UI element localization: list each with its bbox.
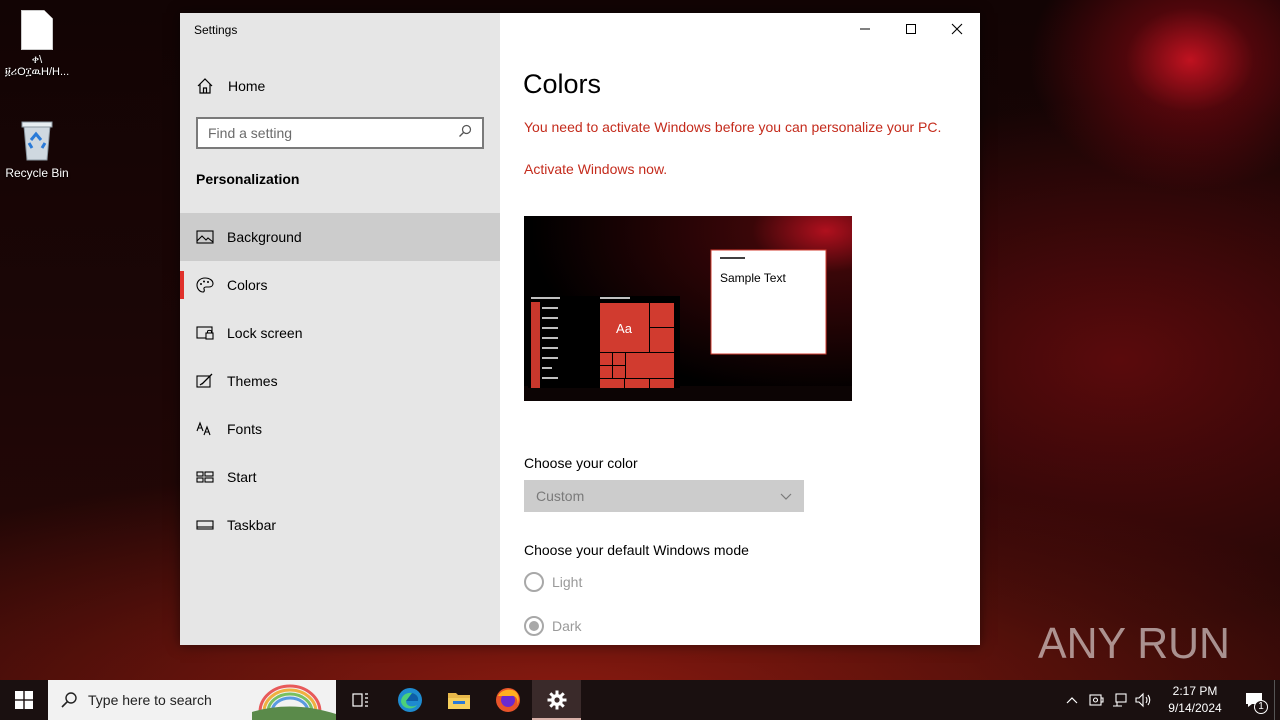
close-icon (951, 23, 963, 35)
task-view-button[interactable] (336, 680, 385, 720)
file-explorer-button[interactable] (434, 680, 483, 720)
home-icon (196, 77, 214, 95)
close-button[interactable] (934, 13, 980, 45)
radio-label: Dark (552, 618, 582, 634)
watermark-text: ANY RUN (1038, 619, 1230, 668)
device-icon (1089, 694, 1104, 706)
settings-window: Settings Home Find a setting Personaliza… (180, 13, 980, 645)
anyrun-watermark: ANY RUN (1038, 608, 1238, 672)
radio-label: Light (552, 574, 583, 590)
preview-tile-label: Aa (616, 321, 633, 336)
start-button[interactable] (0, 680, 48, 720)
preview-sample-text: Sample Text (720, 271, 786, 285)
settings-search-input[interactable]: Find a setting (196, 117, 484, 149)
action-center-button[interactable]: 1 (1234, 680, 1274, 720)
sidebar-item-label: Themes (227, 373, 278, 389)
tray-device-button[interactable] (1084, 680, 1108, 720)
sidebar-item-label: Lock screen (227, 325, 303, 341)
notification-count-badge: 1 (1254, 700, 1268, 714)
sidebar-item-label: Start (227, 469, 257, 485)
network-icon (1113, 693, 1127, 707)
sidebar-home[interactable]: Home (196, 76, 265, 96)
search-placeholder: Find a setting (208, 125, 293, 141)
sidebar-item-label: Fonts (227, 421, 263, 437)
desktop-icon-file-label: ቀ\ ፱ሪΟ፲ዉΗ/Η... (4, 54, 70, 78)
choose-mode-label: Choose your default Windows mode (524, 542, 749, 558)
chevron-up-icon (1066, 697, 1078, 704)
clock-time: 2:17 PM (1172, 684, 1218, 698)
sidebar-item-label: Background (227, 229, 302, 245)
search-icon (61, 692, 77, 708)
sidebar-nav: Background Colors Lock screen Themes Fon… (180, 213, 500, 549)
taskbar: Type here to search 2:17 PM 9/14/2024 1 (0, 680, 1280, 720)
minimize-icon (860, 28, 870, 30)
mode-light-radio[interactable]: Light (524, 572, 582, 592)
window-controls (842, 13, 980, 45)
show-hidden-icons-button[interactable] (1060, 680, 1084, 720)
show-desktop-button[interactable] (1274, 680, 1280, 720)
settings-sidebar: Settings Home Find a setting Personaliza… (180, 13, 500, 645)
sidebar-item-label: Colors (227, 277, 268, 293)
sidebar-item-taskbar[interactable]: Taskbar (180, 501, 500, 549)
chevron-down-icon (780, 488, 792, 504)
settings-content: Colors You need to activate Windows befo… (500, 13, 980, 645)
clock-date: 9/14/2024 (1168, 701, 1222, 715)
sidebar-item-colors[interactable]: Colors (180, 261, 500, 309)
rainbow-illustration-icon (252, 684, 336, 720)
activation-warning: You need to activate Windows before you … (524, 119, 942, 135)
color-dropdown[interactable]: Custom (524, 480, 804, 512)
lock-screen-icon (196, 325, 214, 341)
taskbar-search-box[interactable]: Type here to search (48, 680, 336, 720)
maximize-icon (906, 24, 916, 34)
desktop-icon-file[interactable]: ቀ\ ፱ሪΟ፲ዉΗ/Η... (0, 10, 74, 78)
mode-dark-radio[interactable]: Dark (524, 616, 582, 636)
firefox-button[interactable] (483, 680, 532, 720)
sidebar-item-lock-screen[interactable]: Lock screen (180, 309, 500, 357)
edge-button[interactable] (385, 680, 434, 720)
edge-icon (397, 688, 422, 712)
maximize-button[interactable] (888, 13, 934, 45)
sidebar-item-background[interactable]: Background (180, 213, 500, 261)
fonts-icon (196, 421, 214, 437)
folder-icon (447, 693, 470, 709)
sidebar-item-start[interactable]: Start (180, 453, 500, 501)
start-icon (196, 469, 214, 485)
taskbar-clock[interactable]: 2:17 PM 9/14/2024 (1156, 683, 1234, 717)
activate-windows-link[interactable]: Activate Windows now. (524, 161, 667, 177)
themes-icon (196, 373, 214, 389)
settings-taskbar-button[interactable] (532, 680, 581, 720)
section-title: Personalization (196, 171, 300, 187)
sidebar-item-label: Taskbar (227, 517, 277, 533)
minimize-button[interactable] (842, 13, 888, 45)
task-view-icon (351, 693, 368, 707)
windows-logo-icon (15, 691, 33, 709)
search-icon (458, 124, 472, 143)
desktop-icon-recycle-bin[interactable]: Recycle Bin (0, 118, 74, 180)
volume-icon (1135, 692, 1151, 708)
choose-color-label: Choose your color (524, 455, 638, 471)
file-icon (21, 10, 53, 50)
window-title: Settings (194, 23, 238, 37)
radio-circle (524, 572, 544, 592)
page-title: Colors (523, 69, 602, 99)
picture-icon (196, 229, 214, 245)
firefox-icon (495, 688, 520, 712)
sidebar-home-label: Home (228, 78, 266, 94)
sidebar-item-fonts[interactable]: Fonts (180, 405, 500, 453)
desktop-icon-recycle-bin-label: Recycle Bin (5, 166, 69, 180)
recycle-bin-icon (19, 118, 55, 162)
gear-icon (547, 690, 566, 710)
color-preview: Aa Sample Text (524, 216, 852, 401)
sidebar-item-themes[interactable]: Themes (180, 357, 500, 405)
network-button[interactable] (1108, 680, 1132, 720)
color-dropdown-value: Custom (536, 488, 585, 504)
radio-circle-selected (524, 616, 544, 636)
volume-button[interactable] (1132, 680, 1156, 720)
taskbar-search-placeholder: Type here to search (88, 692, 212, 708)
palette-icon (196, 277, 214, 293)
system-tray: 2:17 PM 9/14/2024 1 (1060, 680, 1280, 720)
taskbar-icon (196, 517, 214, 533)
